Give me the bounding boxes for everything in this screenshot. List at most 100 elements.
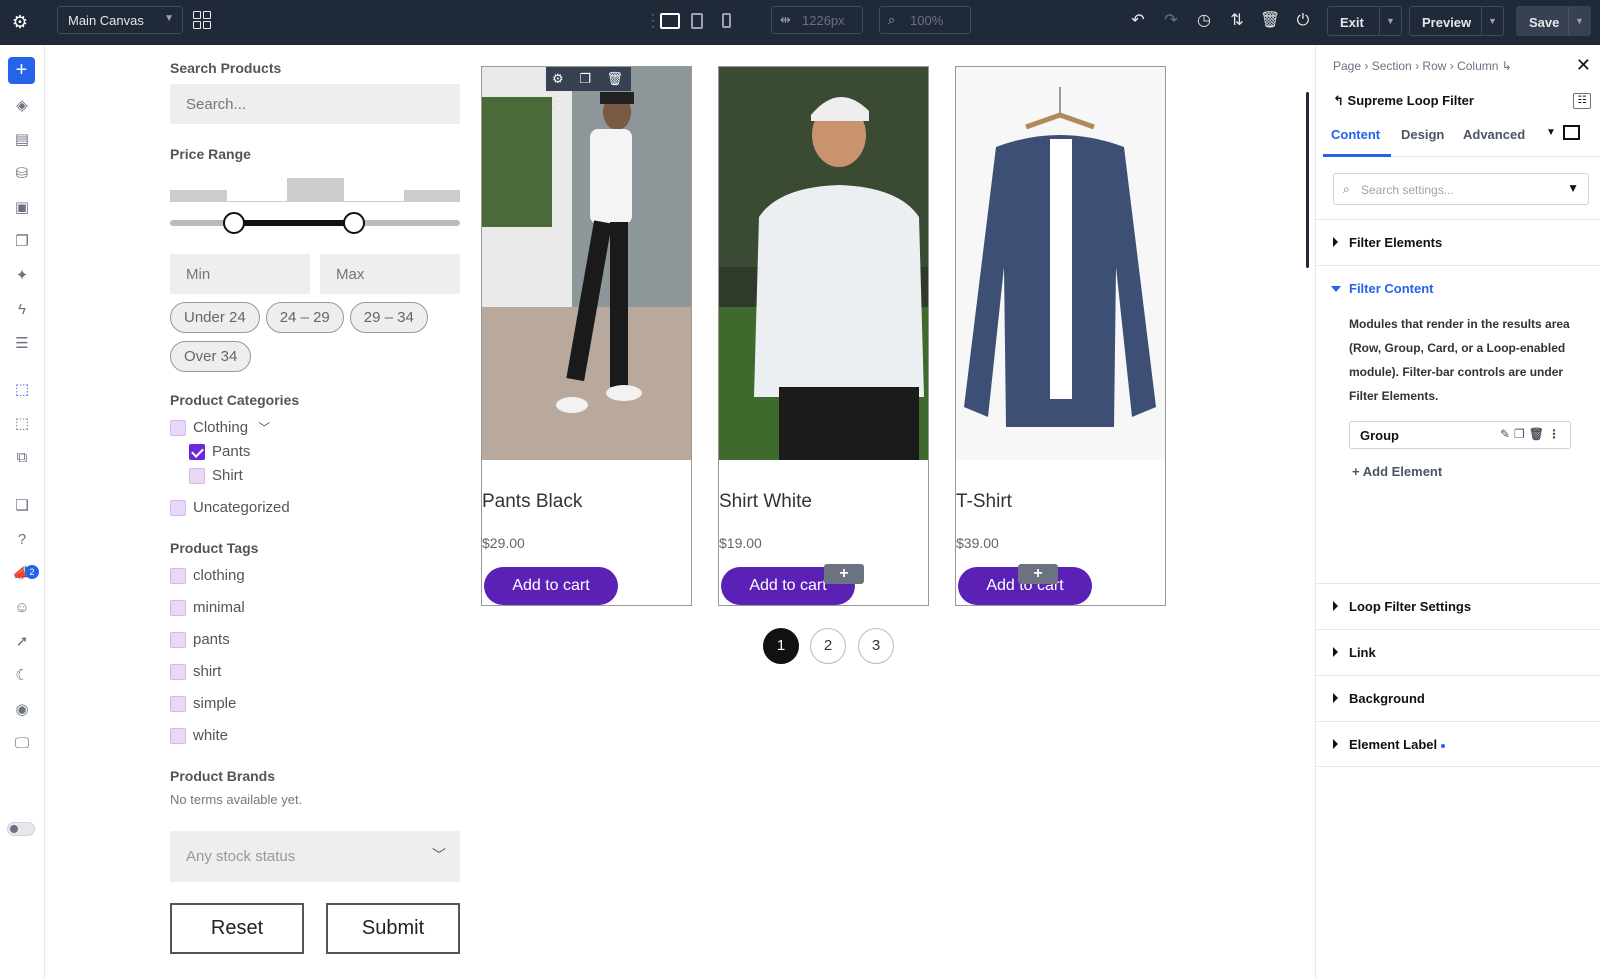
- loop-builder-icon[interactable]: ⬚: [11, 379, 33, 401]
- checkbox-checked[interactable]: [189, 444, 205, 460]
- product-title[interactable]: T-Shirt: [956, 491, 1012, 513]
- breadcrumb-item[interactable]: Row: [1422, 59, 1446, 73]
- checkbox[interactable]: [189, 468, 205, 484]
- undo-icon[interactable]: ↶: [1128, 11, 1148, 31]
- sort-arrows-icon[interactable]: ⇅: [1227, 11, 1247, 31]
- checkbox[interactable]: [170, 728, 186, 744]
- variables-icon[interactable]: ▣: [11, 197, 33, 219]
- history-icon[interactable]: ◷: [1194, 11, 1214, 31]
- category-item[interactable]: Uncategorized: [170, 496, 463, 520]
- library-icon[interactable]: ▤: [11, 129, 33, 151]
- checkbox[interactable]: [170, 664, 186, 680]
- tag-item[interactable]: minimal: [170, 596, 463, 620]
- reset-button[interactable]: Reset: [170, 903, 304, 954]
- tablet-view-icon[interactable]: [691, 13, 703, 29]
- tag-item[interactable]: white: [170, 724, 463, 748]
- trash-icon[interactable]: 🗑: [1260, 11, 1280, 31]
- canvas-width-field[interactable]: ⇹ 1226px: [771, 6, 863, 34]
- back-arrow-icon[interactable]: ↰: [1333, 93, 1344, 108]
- canvas-selector[interactable]: Main Canvas ▼: [57, 6, 183, 34]
- preview-dropdown-icon[interactable]: ▼: [1481, 7, 1503, 35]
- section-loop-filter-settings[interactable]: Loop Filter Settings: [1316, 583, 1600, 629]
- loop-template-icon[interactable]: ⬚: [11, 413, 33, 435]
- checkbox[interactable]: [170, 600, 186, 616]
- save-dropdown-icon[interactable]: ▼: [1568, 7, 1590, 35]
- category-item[interactable]: Shirt: [189, 464, 463, 488]
- options-icon[interactable]: ☷: [1573, 93, 1591, 109]
- filter-icon[interactable]: ▼: [1567, 181, 1579, 195]
- add-to-cart-button[interactable]: Add to cart: [484, 567, 618, 605]
- database-icon[interactable]: ⛁: [11, 163, 33, 185]
- min-handle[interactable]: [223, 212, 245, 234]
- dark-mode-icon[interactable]: ☾: [11, 665, 33, 687]
- monitor-icon[interactable]: 🖵: [11, 733, 33, 755]
- module-toolbar[interactable]: ⚙ ❐ 🗑 ⋮: [546, 67, 631, 110]
- breadcrumb-item[interactable]: Section: [1372, 59, 1412, 73]
- layers-icon[interactable]: ◈: [11, 95, 33, 117]
- search-input[interactable]: [170, 84, 460, 124]
- save-button[interactable]: Save ▼: [1516, 6, 1591, 36]
- target-icon[interactable]: ◉: [11, 699, 33, 721]
- section-element-label[interactable]: Element Label: [1316, 721, 1600, 767]
- group-element[interactable]: Group ✎❐🗑⋮: [1349, 421, 1571, 449]
- tag-item[interactable]: shirt: [170, 660, 463, 684]
- checkbox[interactable]: [170, 696, 186, 712]
- add-row-icon[interactable]: +: [824, 564, 864, 584]
- product-card[interactable]: T-Shirt $39.00 Add to cart +: [955, 66, 1166, 606]
- exit-button[interactable]: Exit ▼: [1327, 6, 1402, 36]
- grid-view-icon[interactable]: [193, 11, 212, 30]
- desktop-view-icon[interactable]: [660, 13, 680, 29]
- price-chip[interactable]: 29 – 34: [349, 302, 428, 333]
- min-price-input[interactable]: [170, 254, 310, 294]
- tab-design[interactable]: Design: [1401, 127, 1444, 142]
- close-icon[interactable]: ✕: [1576, 55, 1591, 76]
- exit-dropdown-icon[interactable]: ▼: [1379, 7, 1401, 35]
- preview-button[interactable]: Preview ▼: [1409, 6, 1504, 36]
- tag-item[interactable]: clothing: [170, 564, 463, 588]
- tag-item[interactable]: pants: [170, 628, 463, 652]
- tag-item[interactable]: simple: [170, 692, 463, 716]
- drag-handle-icon[interactable]: · · ·: [650, 7, 656, 35]
- submit-button[interactable]: Submit: [326, 903, 460, 954]
- zoom-field[interactable]: ⌕ 100%: [879, 6, 971, 34]
- add-row-icon[interactable]: +: [1018, 564, 1058, 584]
- bolt-icon[interactable]: ϟ: [11, 299, 33, 321]
- product-title[interactable]: Shirt White: [719, 491, 812, 513]
- price-chip[interactable]: Under 24: [170, 302, 260, 333]
- tab-content[interactable]: Content: [1331, 127, 1380, 142]
- stock-status-select[interactable]: Any stock status ﹀: [170, 831, 460, 882]
- product-card[interactable]: Shirt White $19.00 Add to cart +: [718, 66, 929, 606]
- mode-toggle[interactable]: [7, 822, 35, 836]
- price-range-slider[interactable]: [170, 170, 460, 234]
- settings-search-input[interactable]: ⌕ Search settings... ▼: [1333, 173, 1589, 205]
- pages-icon[interactable]: ❐: [11, 231, 33, 253]
- tab-advanced[interactable]: Advanced: [1463, 127, 1525, 142]
- canvas-scrollbar[interactable]: [1306, 92, 1309, 268]
- theme-builder-icon[interactable]: ⧉: [11, 447, 33, 469]
- add-module-button[interactable]: +: [8, 57, 35, 84]
- phone-view-icon[interactable]: [722, 13, 731, 28]
- cursor-icon[interactable]: ➚: [11, 631, 33, 653]
- pagination-page[interactable]: 2: [810, 628, 846, 664]
- emoji-icon[interactable]: ☺: [11, 597, 33, 619]
- breadcrumb-item[interactable]: Page: [1333, 59, 1361, 73]
- list-settings-icon[interactable]: ☰: [11, 333, 33, 355]
- settings-gear-icon[interactable]: ⚙: [10, 12, 30, 32]
- section-filter-elements[interactable]: Filter Elements: [1316, 219, 1600, 265]
- product-card[interactable]: ⚙ ❐ 🗑 ⋮ Pants Black $29.00 Add to cart: [481, 66, 692, 606]
- breadcrumb-item[interactable]: Column: [1457, 59, 1498, 73]
- layouts-icon[interactable]: ❏: [11, 495, 33, 517]
- ai-sparkle-icon[interactable]: ✦: [11, 265, 33, 287]
- redo-icon[interactable]: ↷: [1161, 11, 1181, 31]
- power-icon[interactable]: ⏻: [1293, 11, 1313, 31]
- pagination-page[interactable]: 3: [858, 628, 894, 664]
- preset-icon[interactable]: [1563, 125, 1580, 140]
- checkbox[interactable]: [170, 420, 186, 436]
- max-price-input[interactable]: [320, 254, 460, 294]
- checkbox[interactable]: [170, 568, 186, 584]
- help-icon[interactable]: ?: [11, 529, 33, 551]
- more-tabs-icon[interactable]: ▼: [1546, 127, 1556, 138]
- checkbox[interactable]: [170, 632, 186, 648]
- checkbox[interactable]: [170, 500, 186, 516]
- section-background[interactable]: Background: [1316, 675, 1600, 721]
